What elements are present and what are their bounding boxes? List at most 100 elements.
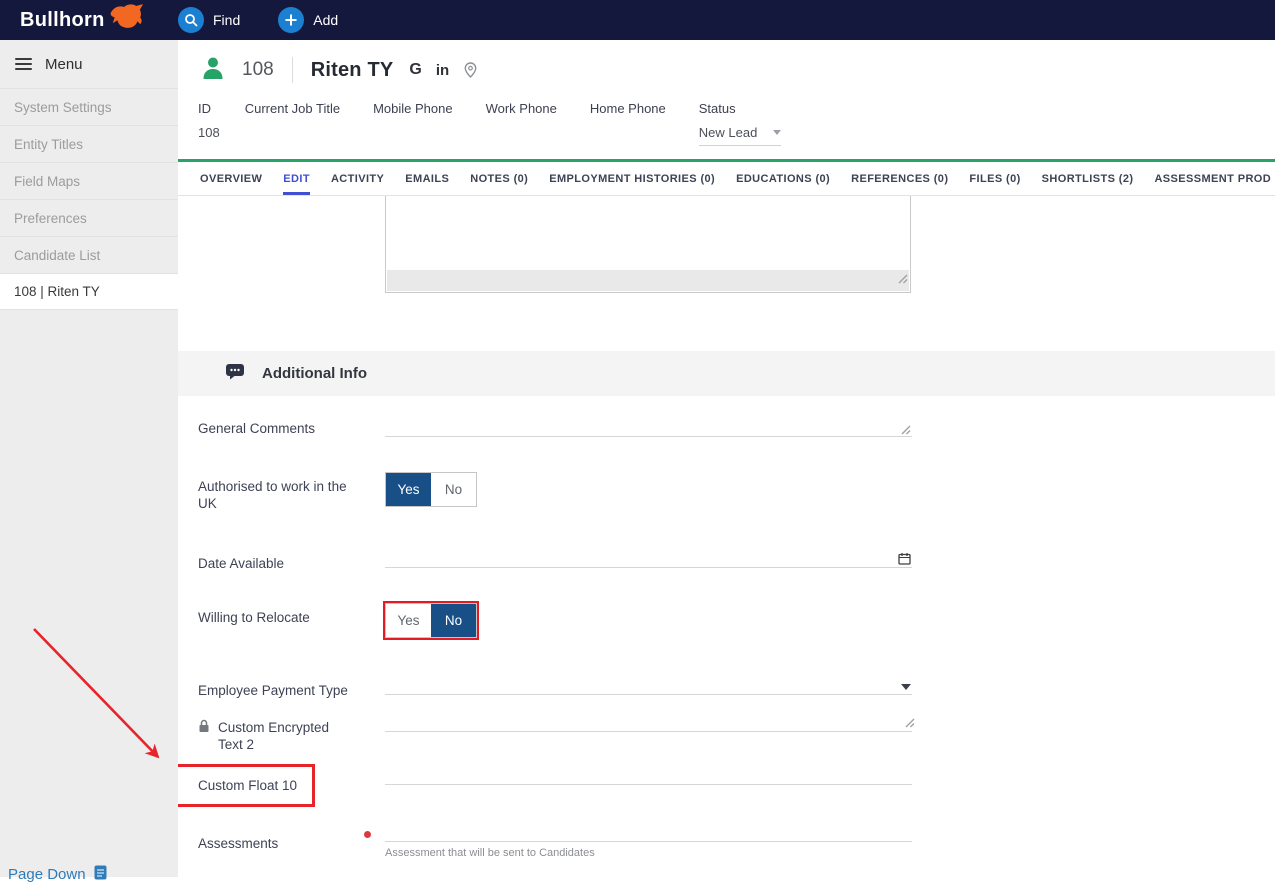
bull-logo-icon: [108, 3, 144, 35]
field-label: Employee Payment Type: [178, 682, 385, 699]
status-value: New Lead: [699, 125, 758, 140]
sidebar-item-field-maps[interactable]: Field Maps: [0, 162, 178, 199]
summary-field-status: Status New Lead: [699, 101, 782, 146]
tab-employment-histories[interactable]: EMPLOYMENT HISTORIES (0): [549, 162, 715, 195]
field-label: Mobile Phone: [373, 101, 453, 116]
comment-icon: [225, 363, 245, 385]
plus-icon: [278, 7, 304, 33]
field-label: Date Available: [178, 555, 385, 572]
tab-notes[interactable]: NOTES (0): [470, 162, 528, 195]
field-label: Work Phone: [486, 101, 557, 116]
summary-field-mobile-phone: Mobile Phone: [373, 101, 453, 146]
sidebar-item-system-settings[interactable]: System Settings: [0, 88, 178, 125]
linkedin-icon[interactable]: in: [436, 62, 449, 79]
status-chevron-icon: [773, 130, 781, 135]
field-label: Custom Encrypted Text 2: [218, 719, 330, 753]
assessments-input[interactable]: [385, 830, 912, 842]
willing-to-relocate-toggle: Yes No: [385, 603, 477, 638]
main-panel: 108 Riten TY G in ID 108 Curr: [178, 40, 1275, 877]
form-row-date-available: Date Available: [178, 555, 1275, 572]
editor-footer-strip: [387, 270, 909, 291]
form-row-assessments: Assessments Assessment that will be sent…: [178, 830, 1275, 859]
find-label: Find: [213, 12, 240, 28]
authorised-to-work-toggle: Yes No: [385, 472, 477, 507]
toggle-no-button[interactable]: No: [431, 473, 476, 506]
textarea-resize-icon[interactable]: [897, 271, 908, 289]
tab-assessment-prod[interactable]: ASSESSMENT PROD: [1154, 162, 1271, 195]
record-name: Riten TY: [311, 59, 394, 82]
menu-button[interactable]: Menu: [0, 40, 178, 88]
sidebar-item-entity-titles[interactable]: Entity Titles: [0, 125, 178, 162]
summary-field-home-phone: Home Phone: [590, 101, 666, 146]
sidebar: Menu System Settings Entity Titles Field…: [0, 40, 178, 877]
tab-educations[interactable]: EDUCATIONS (0): [736, 162, 830, 195]
add-button[interactable]: Add: [278, 7, 338, 33]
form-row-custom-encrypted-text-2: Custom Encrypted Text 2: [178, 719, 1275, 753]
record-header: 108 Riten TY G in ID 108 Curr: [178, 40, 1275, 146]
field-label: Authorised to work in the UK: [178, 472, 385, 512]
menu-icon: [15, 55, 32, 73]
annotation-highlight-box: Custom Float 10: [178, 764, 315, 807]
field-value: 108: [198, 125, 220, 140]
menu-label: Menu: [45, 56, 83, 73]
additional-info-section-header: Additional Info: [178, 351, 1275, 396]
sidebar-item-candidate-record[interactable]: 108 | Riten TY: [0, 273, 178, 310]
summary-field-work-phone: Work Phone: [486, 101, 557, 146]
logo-text: Bullhorn: [20, 9, 105, 32]
bottom-link-label: Page Down: [8, 866, 86, 883]
textarea-resize-icon[interactable]: [900, 422, 911, 440]
bullhorn-logo[interactable]: Bullhorn: [0, 6, 178, 35]
tab-files[interactable]: FILES (0): [969, 162, 1020, 195]
field-label: Assessments: [178, 830, 385, 852]
date-available-input[interactable]: [385, 555, 912, 568]
textarea-resize-icon[interactable]: [904, 715, 915, 733]
tab-edit[interactable]: EDIT: [283, 162, 310, 195]
toggle-yes-button[interactable]: Yes: [386, 604, 431, 637]
employee-payment-type-select[interactable]: [385, 682, 912, 695]
sidebar-bottom-partial-link[interactable]: Page Down: [8, 865, 107, 884]
form-row-employee-payment-type: Employee Payment Type: [178, 682, 1275, 699]
record-id: 108: [242, 59, 274, 81]
select-chevron-icon[interactable]: [901, 684, 911, 690]
tab-emails[interactable]: EMAILS: [405, 162, 449, 195]
search-icon: [178, 7, 204, 33]
tab-overview[interactable]: OVERVIEW: [200, 162, 262, 195]
toggle-yes-button[interactable]: Yes: [386, 473, 431, 506]
sidebar-item-preferences[interactable]: Preferences: [0, 199, 178, 236]
field-label: ID: [198, 101, 220, 116]
tab-shortlists[interactable]: SHORTLISTS (2): [1042, 162, 1134, 195]
document-icon: [94, 865, 107, 884]
summary-fields: ID 108 Current Job Title Mobile Phone Wo…: [178, 101, 1275, 146]
field-label: Status: [699, 101, 782, 116]
field-label: Home Phone: [590, 101, 666, 116]
form-row-willing-to-relocate: Willing to Relocate Yes No: [178, 603, 1275, 638]
toggle-no-button[interactable]: No: [431, 604, 476, 637]
location-pin-icon[interactable]: [464, 62, 477, 78]
tab-references[interactable]: REFERENCES (0): [851, 162, 948, 195]
candidate-avatar-icon: [200, 55, 226, 86]
tab-bar: OVERVIEW EDIT ACTIVITY EMAILS NOTES (0) …: [178, 159, 1275, 196]
status-dropdown[interactable]: New Lead: [699, 125, 782, 146]
top-bar: Bullhorn Find Add: [0, 0, 1275, 40]
find-button[interactable]: Find: [178, 7, 240, 33]
calendar-icon[interactable]: [898, 552, 911, 565]
add-label: Add: [313, 12, 338, 28]
comments-editor[interactable]: [385, 196, 911, 293]
tab-activity[interactable]: ACTIVITY: [331, 162, 384, 195]
custom-encrypted-text-2-input[interactable]: [385, 719, 912, 732]
summary-field-id: ID 108: [198, 101, 220, 146]
field-label: Current Job Title: [245, 101, 340, 116]
custom-float-10-input[interactable]: [385, 764, 912, 785]
required-dot-icon: [364, 831, 371, 838]
form-row-authorised-to-work: Authorised to work in the UK Yes No: [178, 472, 1275, 512]
form-row-custom-float-10: Custom Float 10: [178, 764, 1275, 807]
google-icon[interactable]: G: [409, 61, 421, 79]
summary-field-current-job-title: Current Job Title: [245, 101, 340, 146]
field-label: Willing to Relocate: [178, 603, 385, 626]
assessments-helper-text: Assessment that will be sent to Candidat…: [385, 847, 912, 859]
field-label: General Comments: [178, 420, 385, 437]
sidebar-item-candidate-list[interactable]: Candidate List: [0, 236, 178, 273]
general-comments-input[interactable]: [385, 420, 912, 437]
form-row-general-comments: General Comments: [178, 420, 1275, 437]
additional-info-form: General Comments Authorised to work in t…: [178, 396, 1275, 859]
